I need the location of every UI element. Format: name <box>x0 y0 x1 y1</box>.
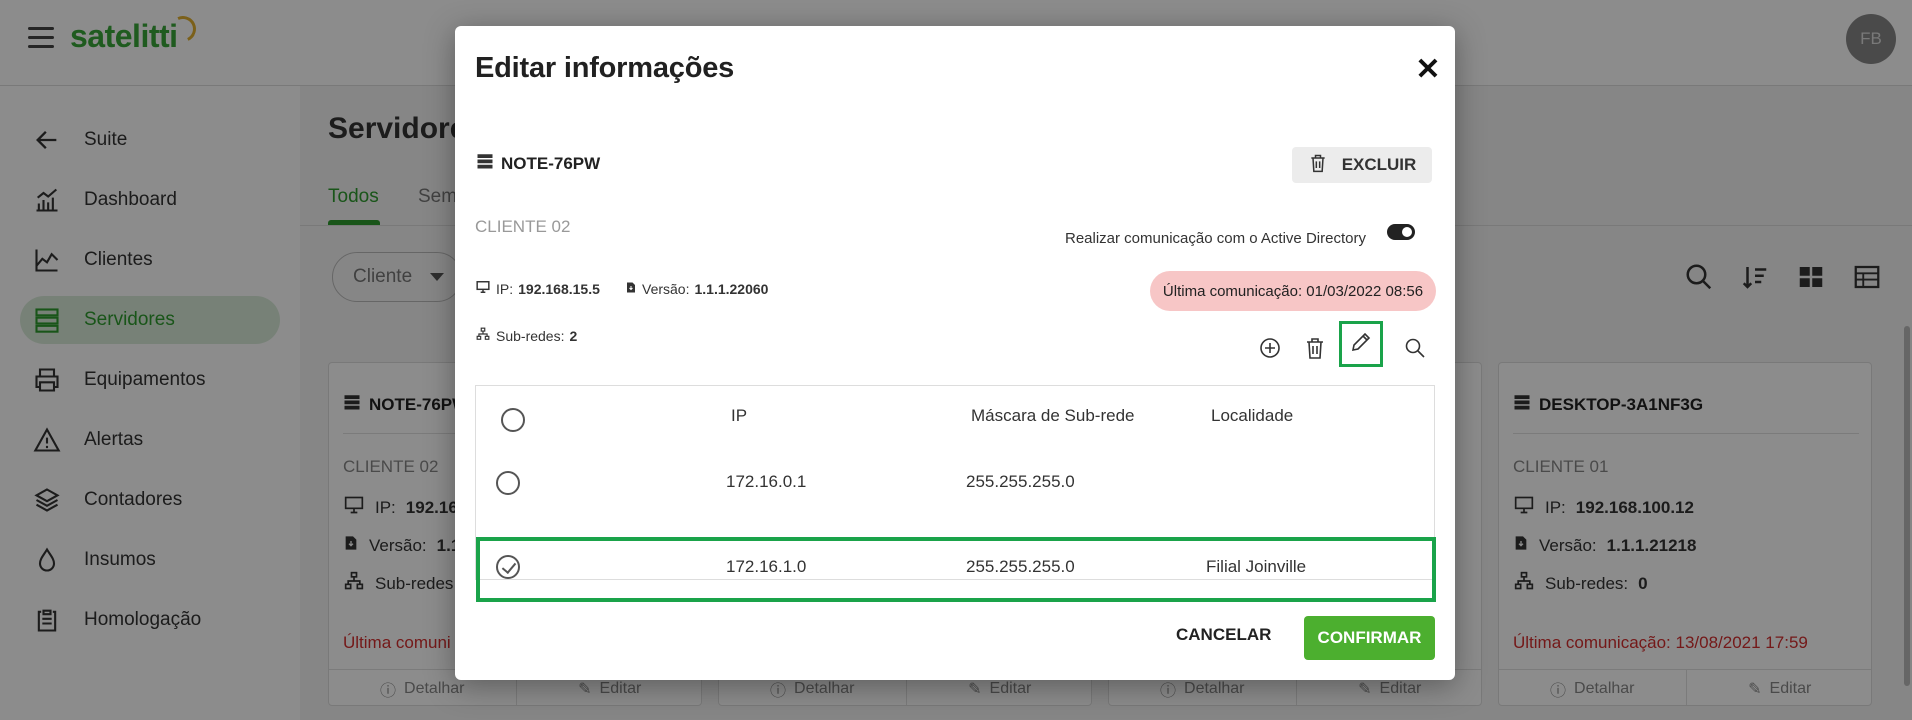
server-icon <box>475 152 495 175</box>
delete-label: EXCLUIR <box>1341 155 1417 174</box>
subnets-table: IP Máscara de Sub-rede Localidade 172.16… <box>475 385 1436 602</box>
dialog-ip: IP: 192.168.15.5 <box>475 280 600 297</box>
search-icon <box>1403 336 1427 365</box>
last-communication-badge: Última comunicação: 01/03/2022 08:56 <box>1150 271 1436 311</box>
version-label: Versão: <box>642 281 690 297</box>
row-mask: 255.255.255.0 <box>966 472 1075 491</box>
version-value: 1.1.1.22060 <box>694 281 769 297</box>
row-ip: 172.16.1.0 <box>726 557 807 576</box>
delete-subnet-button[interactable] <box>1301 336 1329 364</box>
row-location: Filial Joinville <box>1206 557 1307 576</box>
edit-subnet-button[interactable] <box>1339 321 1383 367</box>
active-directory-toggle[interactable] <box>1387 224 1415 240</box>
table-row[interactable]: 172.16.1.0 255.255.255.0 Filial Joinvill… <box>476 537 1436 602</box>
column-header-ip: IP <box>731 406 748 425</box>
close-icon[interactable]: ✕ <box>1413 53 1443 86</box>
server-name-text: NOTE-76PW <box>501 153 601 173</box>
monitor-icon <box>475 280 491 297</box>
pencil-icon <box>1349 330 1373 359</box>
active-directory-label: Realizar comunicação com o Active Direct… <box>1065 230 1366 247</box>
add-subnet-button[interactable] <box>1256 336 1284 364</box>
subnets-count: 2 <box>569 327 578 344</box>
column-header-mask: Máscara de Sub-rede <box>971 406 1135 425</box>
confirm-button[interactable]: CONFIRMAR <box>1304 616 1435 660</box>
plus-circle-icon <box>1258 336 1282 365</box>
subnets-label: Sub-redes: <box>496 327 565 344</box>
trash-icon <box>1303 336 1327 365</box>
row-radio[interactable] <box>496 555 520 579</box>
row-mask: 255.255.255.0 <box>966 557 1075 576</box>
dialog-version: Versão: 1.1.1.22060 <box>625 280 768 298</box>
ip-label: IP: <box>496 280 514 297</box>
column-header-location: Localidade <box>1211 406 1294 425</box>
dialog-title: Editar informações <box>475 52 735 84</box>
download-file-icon <box>625 280 637 298</box>
edit-dialog: Editar informações ✕ NOTE-76PW EXCLUIR C… <box>455 26 1455 680</box>
row-radio[interactable] <box>496 471 520 495</box>
network-icon <box>475 327 491 344</box>
search-subnet-button[interactable] <box>1401 336 1429 364</box>
dialog-subnets: Sub-redes: 2 <box>475 327 577 344</box>
dialog-server-name: NOTE-76PW <box>475 152 600 175</box>
cancel-button[interactable]: CANCELAR <box>1176 625 1271 645</box>
trash-icon <box>1308 152 1328 179</box>
dialog-client: CLIENTE 02 <box>475 217 571 236</box>
select-all-radio[interactable] <box>501 408 525 432</box>
row-ip: 172.16.0.1 <box>726 472 807 491</box>
ip-value: 192.168.15.5 <box>518 280 600 297</box>
delete-button[interactable]: EXCLUIR <box>1292 147 1432 183</box>
